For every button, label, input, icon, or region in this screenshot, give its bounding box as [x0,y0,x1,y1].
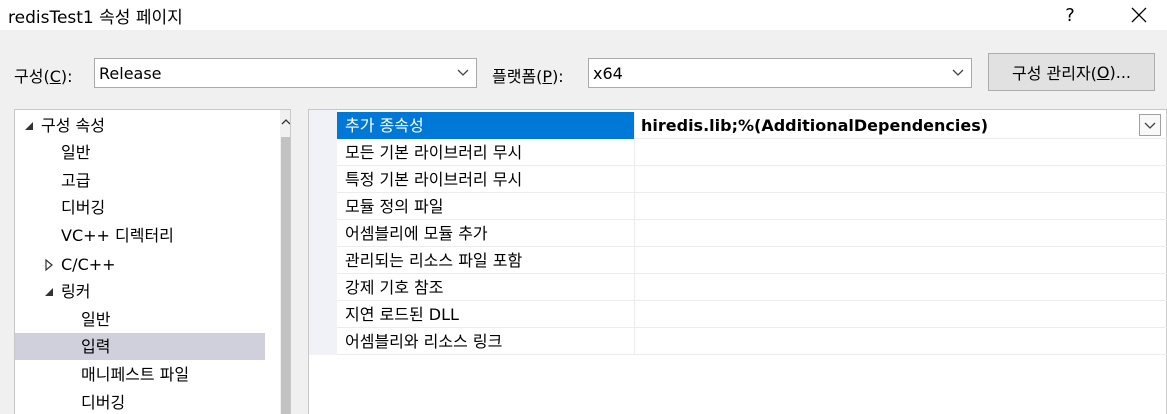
collapsed-triangle-icon[interactable] [43,259,55,271]
property-row[interactable]: 모듈 정의 파일 [337,193,1167,220]
property-row-additional-dependencies[interactable]: 추가 종속성 hiredis.lib;%(AdditionalDependenc… [337,112,1167,139]
tree-item-manifest-file[interactable]: 매니페스트 파일 [15,361,265,388]
property-name: 지연 로드된 DLL [337,301,635,328]
close-icon [1131,7,1147,23]
tree-item-debugging[interactable]: 디버깅 [15,194,265,221]
config-select[interactable]: Release [94,58,477,88]
property-name: 특정 기본 라이브러리 무시 [337,166,635,193]
property-tree: 구성 속성 일반 고급 디버깅 VC++ 디렉터리 C/C++ 링커 일반 입력… [14,109,291,414]
tree-item-label: VC++ 디렉터리 [61,226,174,245]
property-name: 모듈 정의 파일 [337,193,635,220]
platform-select-value: x64 [593,64,623,83]
property-row[interactable]: 강제 기호 참조 [337,274,1167,301]
tree-item-config-properties[interactable]: 구성 속성 [15,112,265,139]
close-button[interactable] [1116,0,1162,30]
chevron-down-icon [1144,122,1156,129]
tree-item-linker[interactable]: 링커 [15,278,265,305]
property-row[interactable]: 관리되는 리소스 파일 포함 [337,247,1167,274]
property-row[interactable]: 지연 로드된 DLL [337,301,1167,328]
tree-item-advanced[interactable]: 고급 [15,167,265,194]
tree-item-label: 일반 [81,310,111,329]
tree-item-label: C/C++ [61,255,116,274]
config-manager-button[interactable]: 구성 관리자(O)... [988,53,1155,91]
property-name: 어셈블리와 리소스 링크 [337,328,635,355]
property-row[interactable]: 어셈블리에 모듈 추가 [337,220,1167,247]
window-title: redisTest1 속성 페이지 [8,8,183,28]
tree-item-label: 디버깅 [61,198,106,217]
property-name: 강제 기호 참조 [337,274,635,301]
value-dropdown-button[interactable] [1139,114,1161,136]
tree-item-label: 매니페스트 파일 [81,365,190,384]
config-label: 구성(C): [14,67,73,86]
expanded-triangle-icon[interactable] [23,120,35,132]
tree-item-label: 일반 [61,143,91,162]
platform-select[interactable]: x64 [588,58,972,88]
config-select-value: Release [99,64,162,83]
platform-label: 플랫폼(P): [492,67,564,86]
tree-item-linker-general[interactable]: 일반 [15,306,265,333]
help-button[interactable]: ? [1047,0,1093,30]
property-row[interactable]: 특정 기본 라이브러리 무시 [337,166,1167,193]
property-grid: 추가 종속성 hiredis.lib;%(AdditionalDependenc… [308,109,1167,414]
expanded-triangle-icon[interactable] [43,286,55,298]
tree-item-general[interactable]: 일반 [15,139,265,166]
chevron-down-icon [457,69,469,76]
scroll-up-icon[interactable] [281,116,291,128]
property-name: 추가 종속성 [337,112,635,139]
tree-item-vc-directories[interactable]: VC++ 디렉터리 [15,222,265,249]
tree-item-label: 입력 [81,337,111,356]
tree-item-label: 구성 속성 [41,116,105,135]
property-name: 관리되는 리소스 파일 포함 [337,247,635,274]
property-row[interactable]: 모든 기본 라이브러리 무시 [337,139,1167,166]
tree-item-c-cpp[interactable]: C/C++ [15,251,265,278]
tree-scrollbar-thumb[interactable] [281,137,290,414]
property-value[interactable]: hiredis.lib;%(AdditionalDependencies) [641,112,988,139]
chevron-down-icon [952,69,964,76]
title-bar: redisTest1 속성 페이지 ? [0,0,1167,30]
property-name: 어셈블리에 모듈 추가 [337,220,635,247]
tree-item-label: 디버깅 [81,393,126,412]
tree-item-linker-debugging[interactable]: 디버깅 [15,389,265,414]
tree-item-linker-input[interactable]: 입력 [15,333,265,360]
tree-item-label: 링커 [61,282,91,301]
property-row[interactable]: 어셈블리와 리소스 링크 [337,328,1167,355]
tree-item-label: 고급 [61,171,91,190]
grid-gutter [309,110,337,355]
property-name: 모든 기본 라이브러리 무시 [337,139,635,166]
